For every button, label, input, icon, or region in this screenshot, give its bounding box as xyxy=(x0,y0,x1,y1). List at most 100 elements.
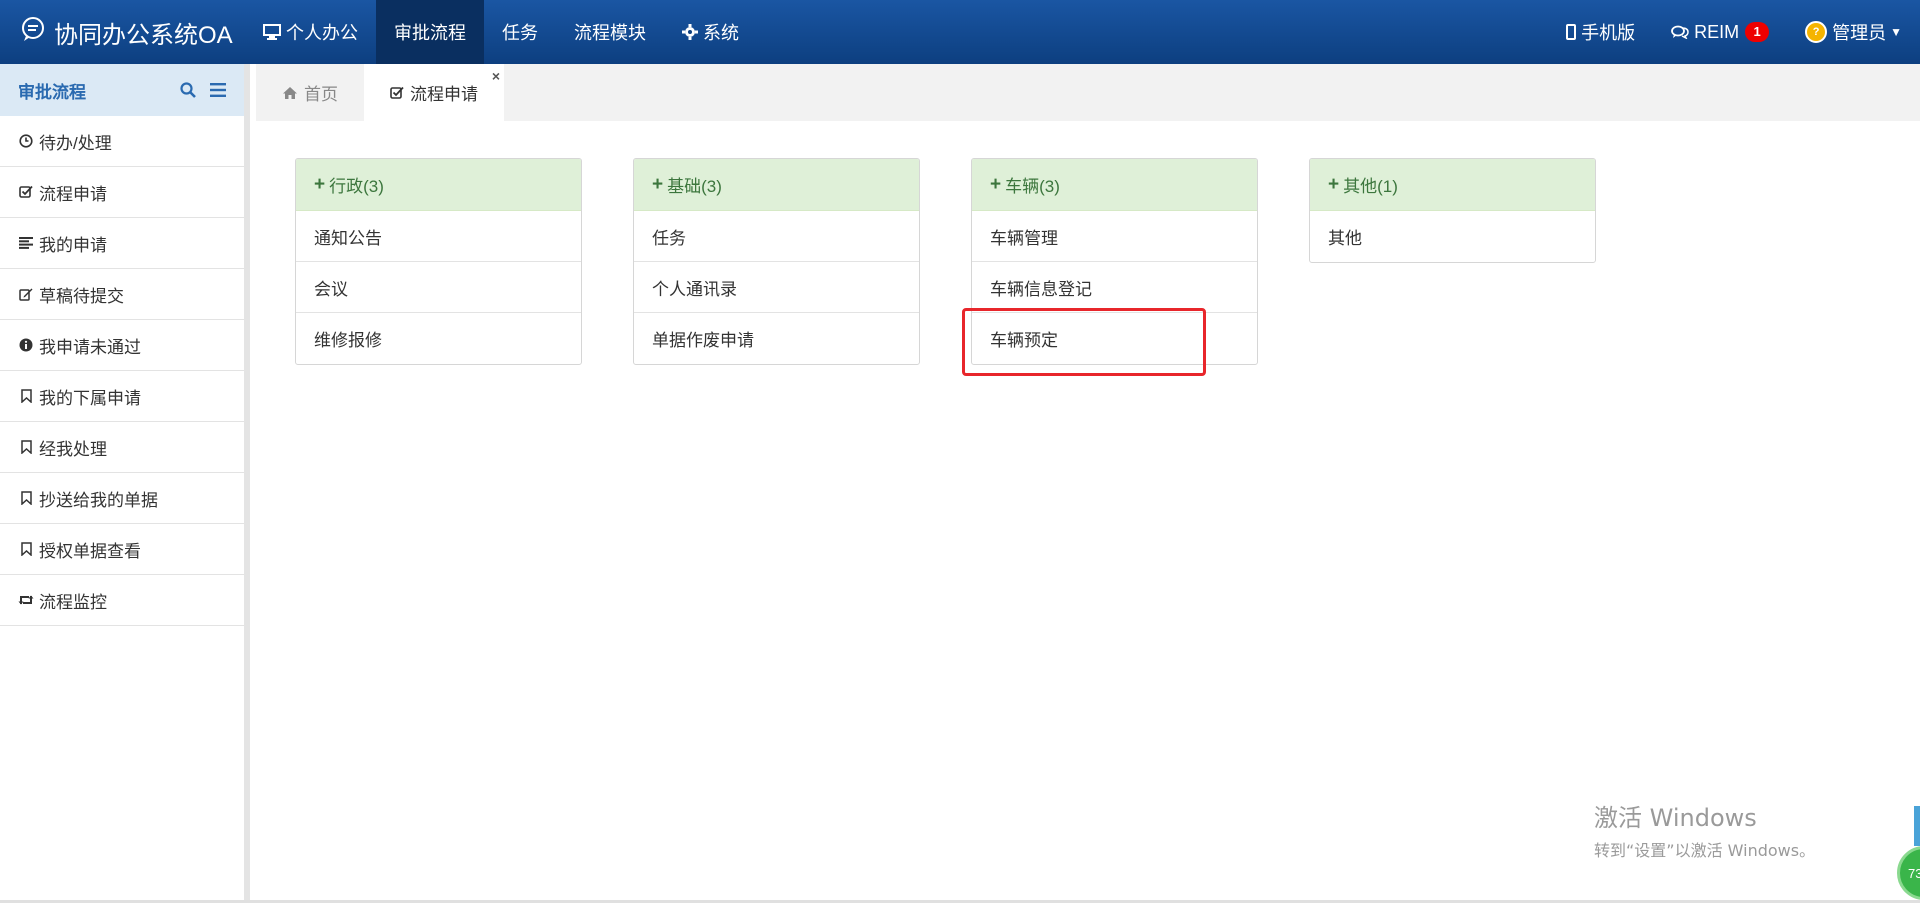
sidebar-item-my-requests[interactable]: 我的申请 xyxy=(0,218,244,269)
nav-label: 系统 xyxy=(703,23,739,43)
watermark-line2: 转到“设置”以激活 Windows。 xyxy=(1594,841,1816,860)
sidebar-item-drafts[interactable]: 草稿待提交 xyxy=(0,269,244,320)
notification-badge: 1 xyxy=(1745,22,1770,42)
flow-item[interactable]: 车辆信息登记 xyxy=(972,262,1257,313)
flow-item[interactable]: 会议 xyxy=(296,262,581,313)
sidebar-item-label: 授权单据查看 xyxy=(39,541,141,561)
bookmark-icon xyxy=(18,491,34,505)
home-icon xyxy=(282,86,298,100)
flow-item[interactable]: 任务 xyxy=(634,211,919,262)
flow-item-vehicle-booking[interactable]: 车辆预定 xyxy=(972,313,1257,364)
app-title: 协同办公系统OA xyxy=(54,21,233,49)
nav-label: 任务 xyxy=(502,23,538,43)
nav-tasks[interactable]: 任务 xyxy=(484,0,556,64)
windows-activation-watermark: 激活 Windows 转到“设置”以激活 Windows。 xyxy=(1594,798,1815,861)
sidebar-item-handled-by-me[interactable]: 经我处理 xyxy=(0,422,244,473)
nav-label: 审批流程 xyxy=(394,23,466,43)
avatar: ? xyxy=(1805,21,1828,43)
menu-icon[interactable] xyxy=(210,83,226,97)
sidebar-item-label: 经我处理 xyxy=(39,439,107,459)
app-brand[interactable]: 协同办公系统OA xyxy=(0,0,245,64)
plus-icon: + xyxy=(1328,173,1340,195)
info-icon xyxy=(18,338,34,352)
sidebar-item-flow-apply[interactable]: 流程申请 xyxy=(0,167,244,218)
check-square-icon xyxy=(390,86,404,100)
plus-icon: + xyxy=(652,173,664,195)
sidebar-item-cc-to-me[interactable]: 抄送给我的单据 xyxy=(0,473,244,524)
check-square-icon xyxy=(18,185,34,199)
edit-icon xyxy=(18,287,34,301)
panel-heading[interactable]: + 其他(1) xyxy=(1310,159,1595,211)
sidebar-item-authorized-view[interactable]: 授权单据查看 xyxy=(0,524,244,575)
plus-icon: + xyxy=(990,173,1002,195)
tab-label: 首页 xyxy=(304,85,338,104)
reim-label: REIM xyxy=(1694,21,1740,42)
user-name: 管理员 xyxy=(1832,23,1887,43)
sidebar-item-subordinate-requests[interactable]: 我的下属申请 xyxy=(0,371,244,422)
reim-chat-link[interactable]: REIM 1 xyxy=(1653,0,1787,64)
watermark-line1: 激活 Windows xyxy=(1594,804,1757,832)
nav-flow-modules[interactable]: 流程模块 xyxy=(556,0,664,64)
sidebar-item-label: 流程申请 xyxy=(39,184,107,204)
tab-label: 流程申请 xyxy=(410,85,478,104)
flow-item[interactable]: 单据作废申请 xyxy=(634,313,919,364)
sidebar-item-label: 待办/处理 xyxy=(39,133,112,153)
list-icon xyxy=(18,237,34,249)
nav-label: 流程模块 xyxy=(574,23,646,43)
user-menu[interactable]: ? 管理员 ▼ xyxy=(1787,0,1920,64)
category-panel-other: + 其他(1) 其他 xyxy=(1309,158,1596,263)
retweet-icon xyxy=(18,594,34,606)
flow-item[interactable]: 其他 xyxy=(1310,211,1595,262)
bookmark-icon xyxy=(18,389,34,403)
panel-heading-label: 行政(3) xyxy=(329,177,384,196)
category-panel-vehicle: + 车辆(3) 车辆管理 车辆信息登记 车辆预定 xyxy=(971,158,1258,365)
flow-item[interactable]: 车辆管理 xyxy=(972,211,1257,262)
tab-home[interactable]: 首页 xyxy=(256,64,364,121)
search-icon[interactable] xyxy=(180,82,196,98)
sidebar-item-label: 流程监控 xyxy=(39,592,107,612)
bookmark-icon xyxy=(18,542,34,556)
nav-personal-office[interactable]: 个人办公 xyxy=(245,0,376,64)
panel-heading[interactable]: + 车辆(3) xyxy=(972,159,1257,211)
mobile-version-link[interactable]: 手机版 xyxy=(1548,0,1653,64)
tab-flow-apply[interactable]: 流程申请 × xyxy=(364,64,504,121)
main-content: + 行政(3) 通知公告 会议 维修报修 + 基础(3) 任务 个人通讯录 单据… xyxy=(256,121,1920,903)
bookmark-icon xyxy=(18,440,34,454)
sidebar-title: 审批流程 xyxy=(18,82,86,102)
clock-icon xyxy=(18,134,34,148)
sidebar-item-rejected[interactable]: 我申请未通过 xyxy=(0,320,244,371)
floating-widget-text: 73 xyxy=(1908,865,1920,881)
mobile-label: 手机版 xyxy=(1581,23,1636,43)
panel-heading-label: 车辆(3) xyxy=(1005,177,1060,196)
category-panel-admin: + 行政(3) 通知公告 会议 维修报修 xyxy=(295,158,582,365)
top-navbar: 协同办公系统OA 个人办公 审批流程 任务 流程模块 系统 手机版 REIM 1… xyxy=(0,0,1920,64)
sidebar-item-flow-monitor[interactable]: 流程监控 xyxy=(0,575,244,626)
category-panel-basic: + 基础(3) 任务 个人通讯录 单据作废申请 xyxy=(633,158,920,365)
sidebar-item-label: 抄送给我的单据 xyxy=(39,490,158,510)
sidebar-item-todo[interactable]: 待办/处理 xyxy=(0,116,244,167)
sidebar-header: 审批流程 xyxy=(0,64,244,116)
nav-approval-flow[interactable]: 审批流程 xyxy=(376,0,484,64)
monitor-icon xyxy=(263,24,281,40)
flow-item[interactable]: 通知公告 xyxy=(296,211,581,262)
panel-heading[interactable]: + 行政(3) xyxy=(296,159,581,211)
sidebar-item-label: 我的下属申请 xyxy=(39,388,141,408)
side-float-bar[interactable] xyxy=(1914,806,1920,846)
plus-icon: + xyxy=(314,173,326,195)
panel-heading-label: 基础(3) xyxy=(667,177,722,196)
panel-heading-label: 其他(1) xyxy=(1343,177,1398,196)
comments-icon xyxy=(1671,25,1689,39)
panel-heading[interactable]: + 基础(3) xyxy=(634,159,919,211)
mobile-icon xyxy=(1566,24,1577,40)
close-icon[interactable]: × xyxy=(492,68,500,84)
flow-item[interactable]: 维修报修 xyxy=(296,313,581,364)
tab-bar: 首页 流程申请 × xyxy=(256,64,1920,121)
sidebar-item-label: 我的申请 xyxy=(39,235,107,255)
sidebar-item-label: 草稿待提交 xyxy=(39,286,124,306)
flow-item[interactable]: 个人通讯录 xyxy=(634,262,919,313)
gear-icon xyxy=(682,24,698,40)
nav-system[interactable]: 系统 xyxy=(664,0,757,64)
chat-bubble-icon xyxy=(20,16,54,49)
navbar-right: 手机版 REIM 1 ? 管理员 ▼ xyxy=(1548,0,1920,64)
nav-label: 个人办公 xyxy=(286,23,358,43)
